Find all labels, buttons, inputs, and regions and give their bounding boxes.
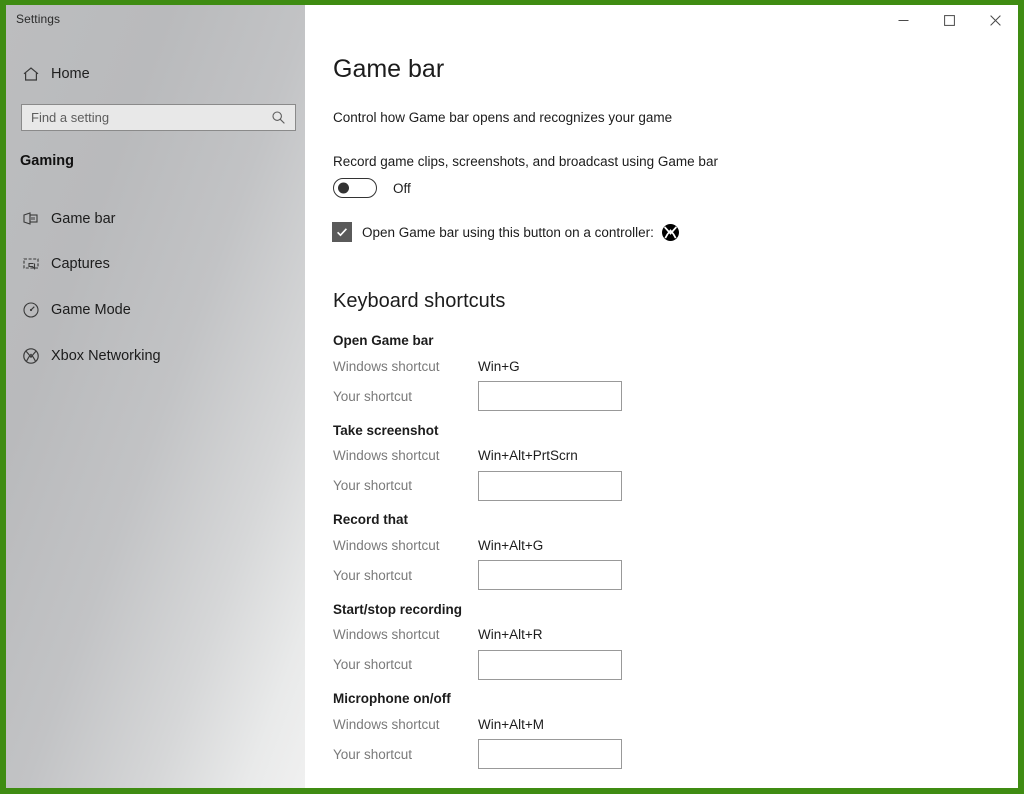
windows-shortcut-row: Windows shortcut Win+Alt+R <box>333 623 993 647</box>
windows-shortcut-value: Win+Alt+M <box>478 716 545 732</box>
your-shortcut-label: Your shortcut <box>333 567 413 583</box>
record-toggle[interactable] <box>333 178 377 198</box>
sidebar-item-captures-label: Captures <box>51 256 110 272</box>
search-icon[interactable] <box>267 110 289 125</box>
windows-shortcut-value: Win+Alt+G <box>478 537 544 553</box>
your-shortcut-input[interactable] <box>478 649 622 680</box>
your-shortcut-label: Your shortcut <box>333 746 413 762</box>
sidebar-item-home-label: Home <box>51 66 90 82</box>
your-shortcut-row: Your shortcut <box>333 647 993 683</box>
controller-checkbox[interactable] <box>332 222 352 242</box>
your-shortcut-row: Your shortcut <box>333 468 993 504</box>
search-input[interactable] <box>22 110 267 125</box>
your-shortcut-row: Your shortcut <box>333 378 993 414</box>
record-toggle-row: Off <box>333 178 411 198</box>
page-subtitle: Control how Game bar opens and recognize… <box>333 110 673 125</box>
game-mode-icon <box>20 299 42 321</box>
your-shortcut-label: Your shortcut <box>333 478 413 493</box>
shortcut-title: Start/stop recording <box>333 601 463 617</box>
windows-shortcut-value: Win+G <box>478 358 520 374</box>
shortcut-title: Record that <box>333 512 409 527</box>
maximize-button[interactable] <box>926 5 972 36</box>
sidebar-item-game-mode[interactable]: Game Mode <box>6 295 305 325</box>
windows-shortcut-label: Windows shortcut <box>333 358 440 374</box>
your-shortcut-input[interactable] <box>478 470 622 501</box>
window-inner: Home Gaming <box>6 5 1018 788</box>
close-button[interactable] <box>972 5 1018 36</box>
app-title: Settings <box>16 12 61 26</box>
xbox-icon <box>20 345 42 367</box>
sidebar-item-xbox-networking-label: Xbox Networking <box>51 348 161 364</box>
toggle-knob <box>337 182 349 194</box>
shortcut-group: Open Game bar Windows shortcut Win+G You… <box>333 333 993 414</box>
shortcut-title: Open Game bar <box>333 333 434 348</box>
title-bar: Settings <box>6 5 1018 36</box>
shortcut-group: Microphone on/off Windows shortcut Win+A… <box>333 691 993 772</box>
windows-shortcut-label: Windows shortcut <box>333 448 440 463</box>
your-shortcut-label: Your shortcut <box>333 388 413 404</box>
shortcut-title: Microphone on/off <box>333 691 451 706</box>
window-frame: Home Gaming <box>0 0 1024 794</box>
windows-shortcut-label: Windows shortcut <box>333 716 440 732</box>
game-bar-icon <box>20 208 42 230</box>
windows-shortcut-label: Windows shortcut <box>333 627 440 642</box>
search-box[interactable] <box>21 104 296 131</box>
windows-shortcut-row: Windows shortcut Win+Alt+M <box>333 712 993 736</box>
close-icon <box>989 15 1001 26</box>
windows-shortcut-row: Windows shortcut Win+Alt+PrtScrn <box>333 444 993 468</box>
your-shortcut-label: Your shortcut <box>333 657 413 672</box>
your-shortcut-input[interactable] <box>478 560 622 590</box>
your-shortcut-input[interactable] <box>478 381 622 411</box>
sidebar-section-heading: Gaming <box>20 153 74 169</box>
shortcut-groups: Open Game bar Windows shortcut Win+G You… <box>333 333 993 781</box>
sidebar: Home Gaming <box>6 5 305 788</box>
shortcut-group: Record that Windows shortcut Win+Alt+G Y… <box>333 512 993 593</box>
controller-checkbox-row: Open Game bar using this button on a con… <box>332 222 679 242</box>
sidebar-item-home[interactable]: Home <box>6 60 305 88</box>
sidebar-item-xbox-networking[interactable]: Xbox Networking <box>6 341 305 371</box>
check-icon <box>337 228 347 237</box>
sidebar-item-game-mode-label: Game Mode <box>51 302 131 318</box>
shortcuts-heading: Keyboard shortcuts <box>333 290 506 312</box>
sidebar-item-captures[interactable]: Captures <box>6 249 305 279</box>
shortcut-title: Take screenshot <box>333 422 439 438</box>
captures-icon <box>20 253 42 275</box>
controller-checkbox-label: Open Game bar using this button on a con… <box>362 224 654 240</box>
windows-shortcut-row: Windows shortcut Win+Alt+G <box>333 533 993 557</box>
xbox-icon <box>661 223 679 241</box>
home-icon <box>20 64 42 84</box>
your-shortcut-row: Your shortcut <box>333 557 993 593</box>
windows-shortcut-label: Windows shortcut <box>333 537 440 553</box>
sidebar-item-game-bar[interactable]: Game bar <box>6 204 305 234</box>
windows-shortcut-row: Windows shortcut Win+G <box>333 354 993 378</box>
page-title: Game bar <box>333 55 445 83</box>
toggle-state-label: Off <box>393 180 411 196</box>
minimize-icon <box>898 20 908 21</box>
maximize-icon <box>943 15 955 26</box>
windows-shortcut-value: Win+Alt+PrtScrn <box>478 448 578 463</box>
shortcut-group: Take screenshot Windows shortcut Win+Alt… <box>333 423 993 504</box>
your-shortcut-input[interactable] <box>478 739 622 769</box>
minimize-button[interactable] <box>880 5 926 36</box>
toggle-caption: Record game clips, screenshots, and broa… <box>333 154 718 169</box>
windows-shortcut-value: Win+Alt+R <box>478 627 543 642</box>
content-pane: Game bar Control how Game bar opens and … <box>305 5 1018 788</box>
shortcut-group: Start/stop recording Windows shortcut Wi… <box>333 602 993 683</box>
sidebar-item-game-bar-label: Game bar <box>51 211 116 227</box>
your-shortcut-row: Your shortcut <box>333 736 993 772</box>
